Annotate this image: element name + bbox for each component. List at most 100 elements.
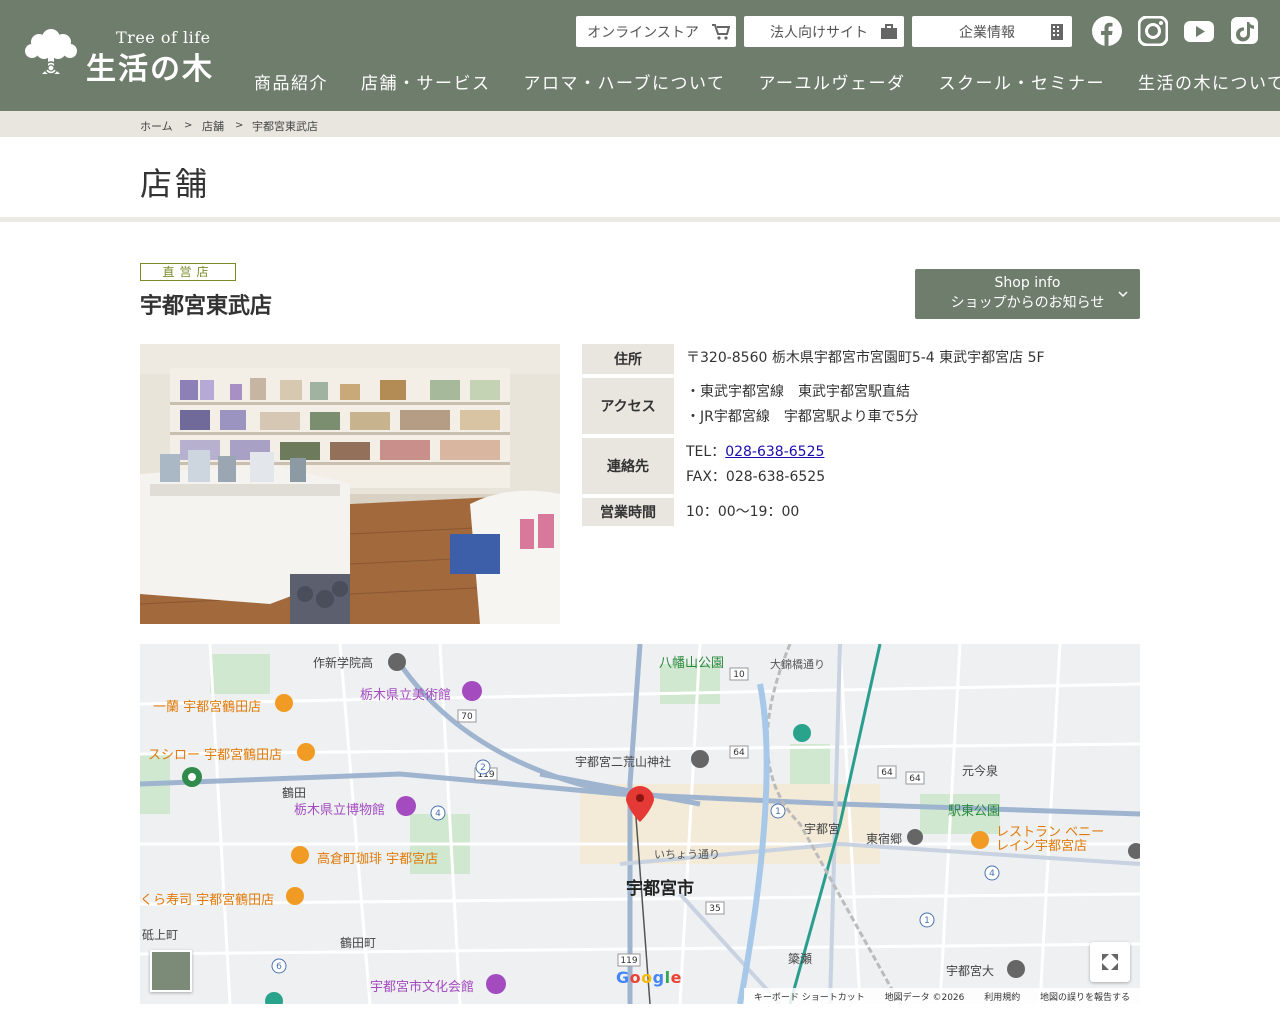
svg-text:1: 1 — [775, 807, 781, 817]
nav-school-seminar[interactable]: スクール・セミナー — [938, 69, 1105, 94]
nav-about[interactable]: 生活の木について — [1138, 69, 1280, 94]
map-label-museum-pref: 栃木県立博物館 — [294, 803, 386, 818]
google-map[interactable]: 70 119 10 64 64 64 35 119 4 2 1 1 4 6 作新… — [140, 644, 1140, 1004]
svg-text:70: 70 — [461, 712, 473, 722]
svg-text:1: 1 — [924, 916, 930, 926]
page-title-band: 店舗 — [0, 137, 1280, 222]
info-row-contact: 連絡先 TEL：028-638-6525 FAX：028-638-6525 — [580, 436, 1140, 496]
svg-text:6: 6 — [276, 962, 282, 972]
direct-store-badge: 直営店 — [140, 263, 236, 281]
access-line-1: ・東武宇都宮線 東武宇都宮駅直結 — [686, 384, 910, 400]
map-label-motoimaizumi: 元今泉 — [962, 764, 999, 778]
svg-text:64: 64 — [881, 768, 893, 778]
fullscreen-button[interactable] — [1090, 942, 1130, 982]
chevron-down-icon — [1118, 291, 1128, 298]
map-label-utsunomiya-city: 宇都宮市 — [626, 879, 694, 899]
breadcrumb: ホーム > 店舗 > 宇都宮東武店 — [0, 111, 1280, 137]
svg-text:64: 64 — [909, 774, 921, 784]
global-nav: 商品紹介 店舗・サービス アロマ・ハーブについて アーユルヴェーダ スクール・セ… — [254, 69, 1280, 94]
shop-info-button[interactable]: Shop info ショップからのお知らせ — [915, 269, 1140, 319]
briefcase-icon — [881, 24, 897, 39]
access-value: ・東武宇都宮線 東武宇都宮駅直結 ・JR宇都宮線 宇都宮駅より車で5分 — [686, 380, 918, 430]
cart-icon — [712, 24, 730, 40]
svg-text:4: 4 — [435, 809, 441, 819]
site-header: Tree of life 生活の木 オンラインストア 法人向けサイト 企業情報 … — [0, 0, 1280, 111]
google-logo: Google — [616, 968, 682, 987]
fullscreen-icon — [1102, 954, 1118, 970]
address-value: 〒320-8560 栃木県宇都宮市宮園町5-4 東武宇都宮店 5F — [686, 350, 1045, 366]
map-label-futaarayama: 宇都宮二荒山神社 — [575, 755, 672, 769]
map-label-ichou: いちょう通り — [654, 848, 720, 861]
company-info-label: 企業情報 — [959, 24, 1015, 41]
svg-text:119: 119 — [620, 956, 637, 966]
fax-value: FAX：028-638-6525 — [686, 469, 826, 485]
info-row-access: アクセス ・東武宇都宮線 東武宇都宮駅直結 ・JR宇都宮線 宇都宮駅より車で5分 — [580, 376, 1140, 436]
logo-japanese: 生活の木 — [86, 52, 214, 87]
map-label-sushiro: スシロー 宇都宮鶴田店 — [148, 748, 283, 763]
youtube-icon[interactable] — [1184, 16, 1214, 46]
map-label-ekihigashi: 駅東公園 — [948, 804, 1001, 819]
info-row-hours: 営業時間 10：00～19：00 — [580, 496, 1140, 528]
map-label-museum-art: 栃木県立美術館 — [360, 688, 452, 703]
breadcrumb-current: 宇都宮東武店 — [252, 120, 318, 133]
store-photo — [140, 344, 560, 624]
satellite-toggle[interactable] — [150, 950, 192, 992]
contact-label: 連絡先 — [580, 436, 676, 496]
tiktok-icon[interactable] — [1230, 16, 1260, 46]
map-label-toishikami: 砥上町 — [142, 928, 179, 942]
map-data-credit: 地図データ ©2026 — [884, 992, 965, 1003]
svg-text:64: 64 — [733, 748, 745, 758]
page-title: 店舗 — [140, 165, 211, 203]
breadcrumb-stores[interactable]: 店舗 — [202, 118, 224, 134]
online-store-label: オンラインストア — [587, 24, 699, 41]
shop-news-label: ショップからのお知らせ — [950, 295, 1105, 311]
map-label-takakura: 高倉町珈琲 宇都宮店 — [317, 852, 439, 867]
corporate-site-label: 法人向けサイト — [770, 24, 868, 41]
access-line-2: ・JR宇都宮線 宇都宮駅より車で5分 — [686, 409, 919, 425]
map-label-utsunomiya-univ: 宇都宮大 — [946, 964, 995, 978]
shop-info-label: Shop info — [994, 275, 1061, 291]
tel-link[interactable]: 028-638-6525 — [725, 444, 824, 460]
map-label-higashijuku: 東宿郷 — [866, 832, 903, 846]
map-label-tsurutamachi: 鶴田町 — [340, 936, 377, 950]
report-error-link[interactable]: 地図の誤りを報告する — [1040, 990, 1130, 1003]
instagram-icon[interactable] — [1138, 16, 1168, 46]
tel-prefix: TEL： — [686, 444, 726, 460]
map-label-sakushin: 作新学院高 — [313, 656, 374, 670]
nav-products[interactable]: 商品紹介 — [254, 69, 328, 94]
map-label-ookusa: 大錦橋通り — [770, 658, 825, 671]
hours-label: 営業時間 — [580, 496, 676, 528]
breadcrumb-separator: > — [235, 120, 244, 131]
breadcrumb-home[interactable]: ホーム — [140, 118, 173, 134]
nav-ayurveda[interactable]: アーユルヴェーダ — [758, 69, 905, 94]
svg-text:10: 10 — [733, 670, 745, 680]
address-label: 住所 — [580, 342, 676, 376]
nav-stores-services[interactable]: 店舗・サービス — [361, 69, 491, 94]
info-row-address: 住所 〒320-8560 栃木県宇都宮市宮園町5-4 東武宇都宮店 5F — [580, 342, 1140, 376]
map-label-kura: くら寿司 宇都宮鶴田店 — [140, 893, 275, 908]
map-label-ichiran: 一蘭 宇都宮鶴田店 — [153, 700, 262, 715]
map-footer: キーボード ショートカット 地図データ ©2026 利用規約 地図の誤りを報告す… — [744, 988, 1140, 1004]
breadcrumb-separator: > — [184, 120, 193, 131]
nav-aroma-herb[interactable]: アロマ・ハーブについて — [524, 69, 726, 94]
site-logo[interactable]: Tree of life 生活の木 — [22, 22, 232, 87]
svg-text:2: 2 — [480, 763, 486, 773]
keyboard-shortcut-link[interactable]: キーボード ショートカット — [754, 990, 865, 1003]
svg-text:4: 4 — [989, 869, 995, 879]
terms-link[interactable]: 利用規約 — [984, 990, 1020, 1003]
map-label-yanase: 簗瀬 — [788, 952, 813, 966]
map-label-bunka: 宇都宮市文化会館 — [370, 980, 475, 995]
online-store-button[interactable]: オンラインストア — [576, 16, 736, 47]
contact-value: TEL：028-638-6525 FAX：028-638-6525 — [686, 440, 825, 490]
access-label: アクセス — [580, 376, 676, 436]
corporate-site-button[interactable]: 法人向けサイト — [744, 16, 904, 47]
company-info-button[interactable]: 企業情報 — [912, 16, 1072, 47]
facebook-icon[interactable] — [1092, 16, 1122, 46]
tree-logo-icon — [25, 29, 77, 75]
hours-value: 10：00～19：00 — [686, 504, 800, 520]
building-icon — [1051, 24, 1063, 40]
svg-text:35: 35 — [709, 904, 720, 914]
shop-name: 宇都宮東武店 — [140, 294, 273, 319]
map-canvas: 70 119 10 64 64 64 35 119 4 2 1 1 4 6 — [140, 644, 1140, 1004]
map-label-utsunomiya: 宇都宮 — [804, 822, 841, 836]
